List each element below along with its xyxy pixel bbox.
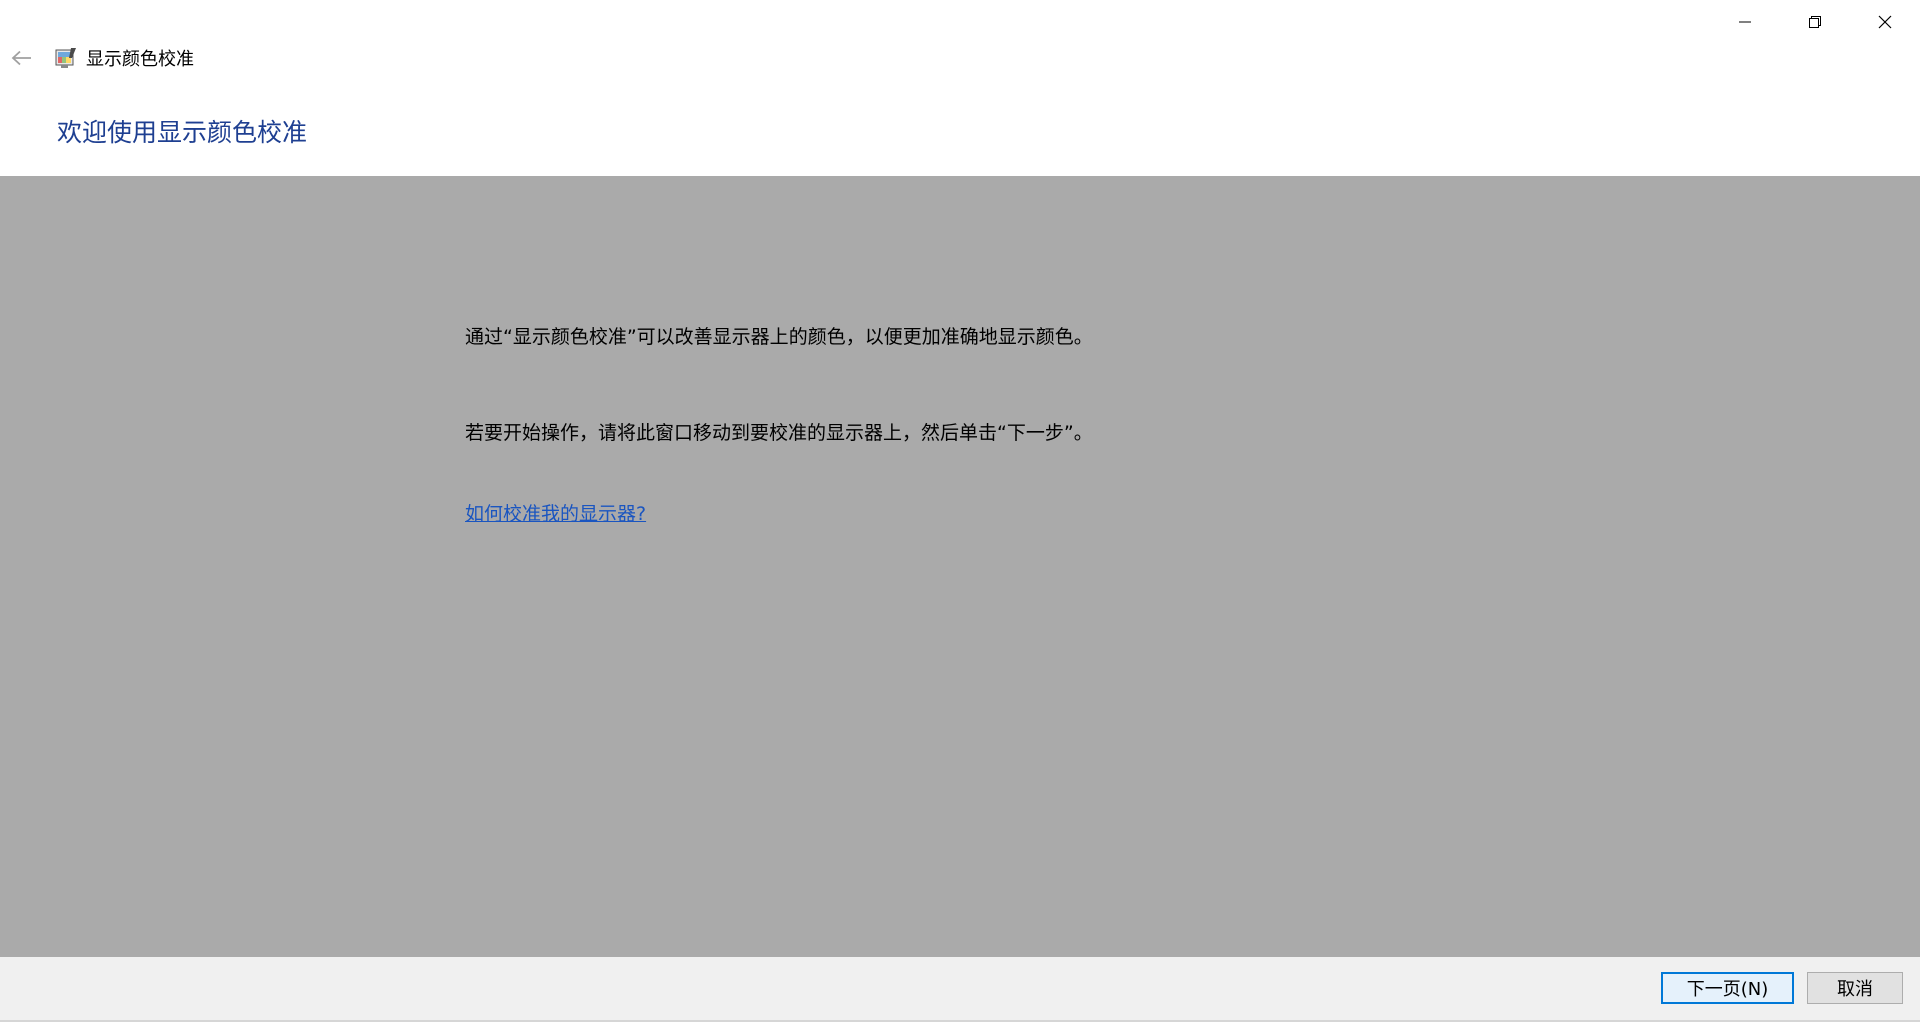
cancel-button[interactable]: 取消 — [1807, 972, 1903, 1004]
instruction-paragraph: 若要开始操作，请将此窗口移动到要校准的显示器上，然后单击“下一步”。 — [465, 422, 1093, 444]
next-button[interactable]: 下一页(N) — [1661, 972, 1794, 1004]
content-area: 通过“显示颜色校准”可以改善显示器上的颜色，以便更加准确地显示颜色。 若要开始操… — [0, 176, 1920, 957]
nav-row: 显示颜色校准 — [0, 40, 194, 76]
help-link[interactable]: 如何校准我的显示器? — [465, 499, 646, 526]
close-icon — [1878, 15, 1892, 29]
restore-icon — [1809, 16, 1821, 28]
back-arrow-icon — [11, 50, 31, 66]
window-controls — [1710, 0, 1920, 44]
restore-button[interactable] — [1780, 0, 1850, 44]
minimize-button[interactable] — [1710, 0, 1780, 44]
display-color-calibration-icon — [54, 46, 78, 70]
title-bar — [0, 0, 1920, 44]
footer: 下一页(N) 取消 — [0, 957, 1920, 1022]
intro-paragraph: 通过“显示颜色校准”可以改善显示器上的颜色，以便更加准确地显示颜色。 — [465, 326, 1093, 348]
minimize-icon — [1739, 21, 1751, 23]
close-button[interactable] — [1850, 0, 1920, 44]
back-button[interactable] — [0, 40, 44, 76]
page-heading: 欢迎使用显示颜色校准 — [57, 118, 308, 147]
calibration-window: 显示颜色校准 欢迎使用显示颜色校准 通过“显示颜色校准”可以改善显示器上的颜色，… — [0, 0, 1920, 1022]
app-title: 显示颜色校准 — [86, 49, 194, 70]
